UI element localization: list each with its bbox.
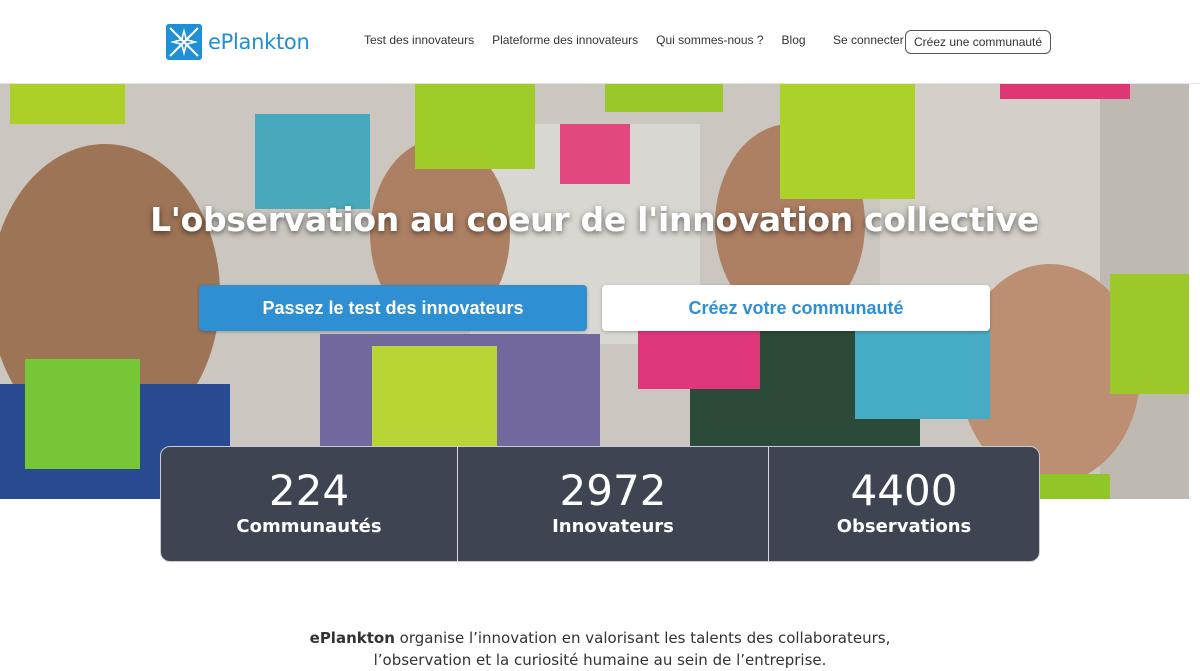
create-community-button[interactable]: Créez une communauté	[905, 30, 1052, 54]
stat-value: 2972	[559, 465, 667, 515]
nav-item-plateforme[interactable]: Plateforme des innovateurs	[492, 33, 638, 47]
logo[interactable]: ePlankton	[166, 24, 310, 60]
stat-communautes: 224 Communautés	[161, 447, 457, 561]
intro-line-2: l’observation et la curiosité humaine au…	[373, 651, 827, 669]
main-nav: Test des innovateurs Plateforme des inno…	[364, 33, 824, 47]
create-your-community-button[interactable]: Créez votre communauté	[602, 285, 990, 331]
eplankton-logo-icon	[166, 24, 202, 60]
nav-item-blog[interactable]: Blog	[782, 33, 806, 47]
nav-item-test-innovateurs[interactable]: Test des innovateurs	[364, 33, 474, 47]
intro-brand: ePlankton	[309, 629, 395, 647]
stat-observations: 4400 Observations	[768, 447, 1039, 561]
site-header: ePlankton Test des innovateurs Plateform…	[0, 0, 1200, 84]
stat-label: Communautés	[236, 515, 382, 537]
login-link[interactable]: Se connecter	[833, 33, 904, 47]
intro-line-1-rest: organise l’innovation en valorisant les …	[394, 629, 891, 647]
take-innovator-test-button[interactable]: Passez le test des innovateurs	[199, 285, 587, 331]
stat-value: 4400	[850, 465, 958, 515]
logo-text: ePlankton	[208, 30, 310, 54]
hero-title: L'observation au coeur de l'innovation c…	[150, 200, 1039, 239]
intro-line-1: ePlankton organise l’innovation en valor…	[0, 627, 1200, 649]
stat-label: Innovateurs	[552, 515, 674, 537]
stat-innovateurs: 2972 Innovateurs	[457, 447, 768, 561]
stat-label: Observations	[836, 515, 972, 537]
intro-text: ePlankton organise l’innovation en valor…	[0, 627, 1200, 671]
nav-item-qui-sommes-nous[interactable]: Qui sommes-nous ?	[656, 33, 763, 47]
team-with-sticky-notes-photo	[0, 84, 1189, 499]
hero-banner: L'observation au coeur de l'innovation c…	[0, 84, 1189, 499]
stat-value: 224	[268, 465, 350, 515]
stats-panel: 224 Communautés 2972 Innovateurs 4400 Ob…	[160, 446, 1040, 562]
